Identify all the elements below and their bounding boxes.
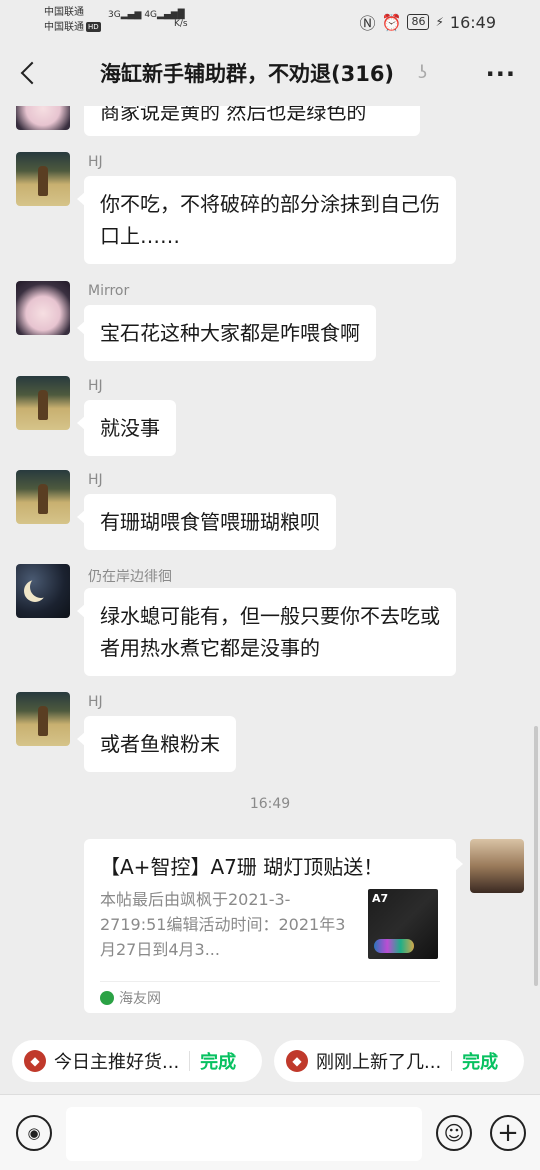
chip-done-button[interactable]: 完成: [462, 1048, 498, 1074]
speed-value: 3: [177, 8, 184, 18]
carrier-1: 中国联通: [44, 7, 84, 18]
hd-badge: HD: [86, 22, 101, 32]
speed-unit: K/s: [174, 19, 188, 29]
chip-divider: [451, 1051, 453, 1071]
scrollbar[interactable]: [534, 726, 538, 986]
source-logo-icon: [100, 991, 114, 1005]
tag-icon: ◆: [286, 1050, 308, 1072]
chip-text: 今日主推好货...: [54, 1052, 180, 1073]
avatar[interactable]: [16, 564, 70, 618]
message-bubble[interactable]: 就没事: [77, 400, 176, 456]
carrier-2-text: 中国联通: [44, 22, 84, 33]
message-bubble[interactable]: 有珊瑚喂食管喂珊瑚粮呗: [77, 494, 336, 550]
emoji-icon[interactable]: ☺: [436, 1115, 472, 1151]
avatar[interactable]: [16, 152, 70, 206]
message-bubble[interactable]: 你不吃，不将破碎的部分涂抹到自己伤口上……: [77, 176, 456, 264]
nfc-icon: Ⓝ: [359, 14, 376, 33]
sender-name: 仍在岸边徘徊: [88, 569, 172, 585]
avatar[interactable]: [16, 692, 70, 746]
status-bar: 中国联通 中国联通 HD 3G▂▄▆ 4G▂▄▆█ 3 K/s Ⓝ ⏰ 86 ⚡ …: [0, 0, 540, 40]
card-description: 本帖最后由飒枫于2021-3-2719:51编辑活动时间：2021年3月27日到…: [100, 890, 346, 959]
sender-name: HJ: [88, 378, 103, 394]
more-button[interactable]: ···: [486, 60, 516, 88]
chat-area[interactable]: 商家说是黄的 然后也是绿色的 HJ 你不吃，不将破碎的部分涂抹到自己伤口上…… …: [0, 106, 540, 1028]
sender-name: HJ: [88, 694, 103, 710]
signal-2: 4G: [144, 10, 158, 20]
carrier-2: 中国联通 HD: [44, 20, 101, 35]
network-speed: 3 K/s: [174, 8, 188, 30]
avatar[interactable]: [16, 106, 70, 130]
message-bubble[interactable]: 商家说是黄的 然后也是绿色的: [84, 106, 420, 136]
sender-name: HJ: [88, 154, 103, 170]
link-card[interactable]: 【A+智控】A7珊 瑚灯顶贴送！ 本帖最后由飒枫于2021-3-2719:51编…: [84, 839, 463, 1013]
avatar[interactable]: [16, 281, 70, 335]
message-bubble[interactable]: 宝石花这种大家都是咋喂食啊: [77, 305, 376, 361]
input-bar: ◉ ☺ +: [0, 1094, 540, 1170]
carrier-info: 中国联通 中国联通 HD: [44, 5, 101, 35]
signal-1: 3G: [108, 10, 121, 20]
message-bubble[interactable]: 绿水螅可能有，但一般只要你不去吃或者用热水煮它都是没事的: [77, 588, 456, 676]
card-source: 海友网: [100, 988, 161, 1008]
product-image: [374, 939, 414, 953]
chip-text: 刚刚上新了几...: [316, 1052, 442, 1073]
card-title: 【A+智控】A7珊 瑚灯顶贴送！: [100, 855, 384, 879]
plus-icon[interactable]: +: [490, 1115, 526, 1151]
charging-icon: ⚡: [435, 15, 444, 29]
battery-icon: 86: [407, 14, 430, 30]
card-divider: [100, 981, 440, 982]
voice-icon[interactable]: ◉: [16, 1115, 52, 1151]
title-bar: 海缸新手辅助群，不劝退(316) ʖ ···: [0, 40, 540, 106]
card-thumbnail: A7: [368, 889, 438, 959]
ear-icon: ʖ: [418, 62, 428, 83]
suggestion-bar: ◆ 今日主推好货... 完成 ◆ 刚刚上新了几... 完成: [0, 1030, 540, 1094]
status-time: 16:49: [449, 12, 496, 32]
avatar[interactable]: [16, 470, 70, 524]
chip-done-button[interactable]: 完成: [200, 1048, 236, 1074]
suggestion-chip[interactable]: ◆ 刚刚上新了几... 完成: [274, 1040, 524, 1082]
alarm-icon: ⏰: [381, 12, 402, 32]
card-thumb-label: A7: [372, 892, 389, 905]
message-bubble[interactable]: 或者鱼粮粉末: [77, 716, 236, 772]
suggestion-chip[interactable]: ◆ 今日主推好货... 完成: [12, 1040, 262, 1082]
source-name: 海友网: [119, 991, 161, 1007]
message-input[interactable]: [66, 1107, 422, 1161]
status-right: Ⓝ ⏰ 86 ⚡ 16:49: [360, 10, 496, 34]
chat-title: 海缸新手辅助群，不劝退(316): [100, 62, 395, 86]
avatar[interactable]: [16, 376, 70, 430]
chip-divider: [189, 1051, 191, 1071]
back-button[interactable]: [14, 56, 44, 90]
sender-name: HJ: [88, 472, 103, 488]
self-avatar[interactable]: [470, 839, 524, 893]
tag-icon: ◆: [24, 1050, 46, 1072]
sender-name: Mirror: [88, 283, 130, 299]
time-divider: 16:49: [249, 796, 291, 812]
